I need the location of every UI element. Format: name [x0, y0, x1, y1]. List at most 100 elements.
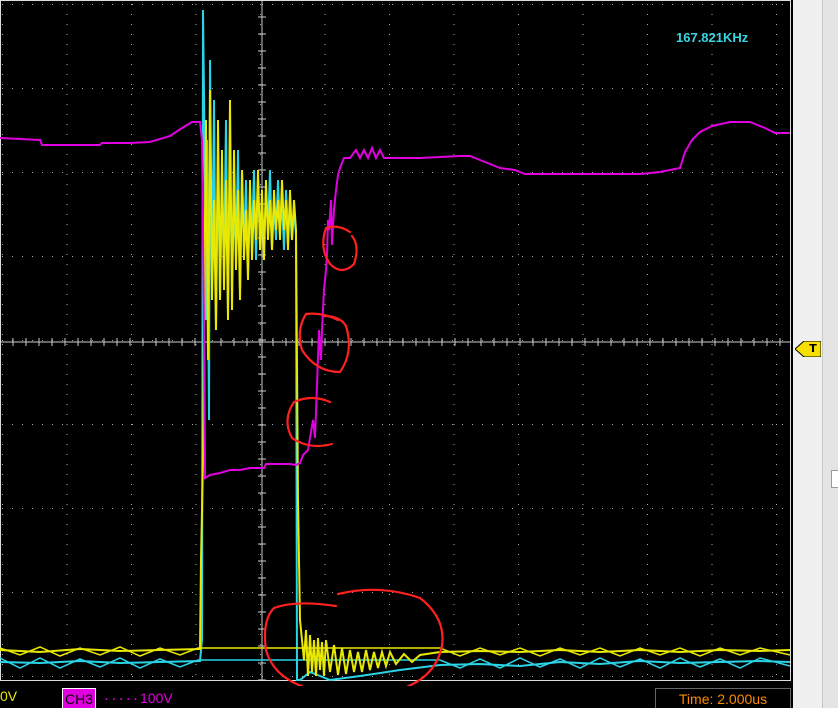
grid-dot	[542, 424, 543, 425]
grid-dot	[195, 674, 197, 675]
grid-dot	[292, 88, 293, 89]
grid-dot	[195, 84, 197, 85]
grid-dot	[389, 204, 390, 205]
grid-dot	[162, 4, 163, 5]
grid-dot	[66, 624, 68, 625]
grid-dot	[72, 424, 73, 425]
grid-dot	[242, 340, 243, 341]
grid-dot	[592, 88, 593, 89]
grid-dot	[776, 274, 777, 275]
grid-dot	[212, 592, 213, 593]
grid-dot	[776, 354, 777, 355]
grid-dot	[772, 88, 773, 89]
grid-dot	[142, 4, 143, 5]
grid-dot	[260, 44, 261, 45]
graticule-grid	[0, 0, 791, 681]
grid-dot	[542, 256, 543, 257]
grid-dot	[2, 144, 3, 145]
grid-dot	[776, 154, 777, 155]
grid-dot	[512, 340, 513, 341]
grid-dot	[518, 24, 519, 25]
ch3-volts-label[interactable]: 100V	[140, 688, 173, 708]
grid-dot	[2, 284, 3, 285]
grid-dot	[72, 508, 73, 509]
grid-dot	[66, 414, 68, 415]
grid-dot	[532, 676, 533, 677]
grid-dot	[2, 574, 3, 575]
ch1-volts-label[interactable]: 0V	[0, 688, 17, 704]
grid-dot	[472, 4, 473, 5]
grid-dot	[132, 88, 133, 89]
grid-dot	[453, 504, 455, 505]
grid-dot	[453, 404, 455, 405]
grid-dot	[582, 484, 584, 485]
grid-dot	[722, 424, 723, 425]
grid-dot	[518, 184, 519, 185]
grid-dot	[162, 172, 163, 173]
grid-dot	[66, 314, 68, 315]
grid-dot	[622, 256, 623, 257]
grid-dot	[2, 508, 3, 509]
grid-dot	[195, 604, 197, 605]
grid-dot	[518, 394, 519, 395]
grid-dot	[389, 144, 390, 145]
grid-dot	[453, 24, 455, 25]
grid-dot	[647, 484, 648, 485]
grid-dot	[582, 284, 584, 285]
grid-dot	[131, 334, 132, 335]
grid-dot	[762, 88, 763, 89]
grid-dot	[152, 256, 153, 257]
grid-dot	[2, 184, 3, 185]
grid-dot	[752, 88, 753, 89]
grid-dot	[260, 644, 261, 645]
grid-dot	[66, 654, 68, 655]
grid-dot	[776, 584, 777, 585]
grid-dot	[422, 508, 423, 509]
grid-dot	[772, 4, 773, 5]
grid-dot	[518, 134, 519, 135]
grid-dot	[492, 4, 493, 5]
grid-dot	[195, 474, 197, 475]
grid-dot	[711, 254, 713, 255]
grid-dot	[152, 340, 153, 341]
grid-dot	[682, 508, 683, 509]
grid-dot	[647, 154, 648, 155]
grid-dot	[762, 256, 763, 257]
grid-dot	[389, 364, 390, 365]
grid-dot	[112, 676, 113, 677]
grid-dot	[42, 592, 43, 593]
grid-dot	[195, 204, 197, 205]
timebase-label[interactable]: Time: 2.000us	[655, 688, 791, 708]
grid-dot	[776, 454, 777, 455]
grid-dot	[582, 134, 584, 135]
grid-dot	[752, 508, 753, 509]
grid-dot	[172, 4, 173, 5]
grid-dot	[711, 384, 713, 385]
grid-dot	[482, 4, 483, 5]
grid-dot	[152, 4, 153, 5]
grid-dot	[453, 594, 455, 595]
grid-dot	[362, 4, 363, 5]
grid-dot	[711, 164, 713, 165]
grid-dot	[453, 434, 455, 435]
grid-dot	[162, 676, 163, 677]
grid-dot	[131, 594, 132, 595]
side-panel-checkbox[interactable]	[831, 470, 838, 488]
grid-dot	[282, 256, 283, 257]
grid-dot	[392, 4, 393, 5]
grid-dot	[572, 172, 573, 173]
grid-dot	[518, 94, 519, 95]
grid-dot	[195, 244, 197, 245]
grid-dot	[472, 340, 473, 341]
grid-dot	[66, 44, 68, 45]
grid-dot	[776, 264, 777, 265]
ch3-channel-button[interactable]: CH3	[62, 688, 97, 708]
grid-dot	[12, 676, 13, 677]
grid-dot	[518, 484, 519, 485]
grid-dot	[152, 424, 153, 425]
grid-dot	[372, 4, 373, 5]
grid-dot	[66, 514, 68, 515]
grid-dot	[582, 508, 583, 509]
grid-dot	[2, 324, 3, 325]
grid-dot	[322, 88, 323, 89]
